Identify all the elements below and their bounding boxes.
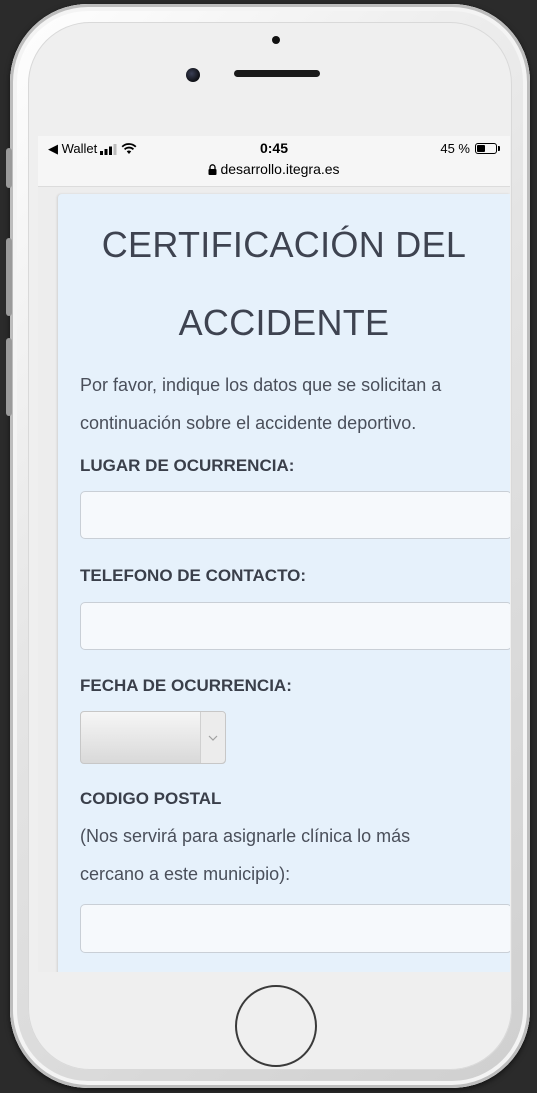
fecha-label: FECHA DE OCURRENCIA:	[80, 676, 292, 695]
front-camera	[186, 68, 200, 82]
screen: ◀ Wallet 0:45 desarrollo.itegra.es 45 %	[38, 136, 510, 972]
lugar-label: LUGAR DE OCURRENCIA:	[80, 456, 295, 475]
telefono-label: TELEFONO DE CONTACTO:	[80, 566, 307, 585]
battery-fill	[477, 145, 485, 152]
intro-text-line1: Por favor, indique los datos que se soli…	[80, 375, 442, 395]
earpiece-speaker	[234, 70, 320, 77]
url-text[interactable]: desarrollo.itegra.es	[220, 161, 339, 177]
fecha-select[interactable]	[80, 711, 226, 764]
battery-percentage: 45 %	[440, 141, 470, 156]
status-bar: ◀ Wallet 0:45 desarrollo.itegra.es 45 %	[38, 136, 510, 187]
form-card: CERTIFICACIÓN DEL ACCIDENTE Por favor, i…	[58, 194, 510, 972]
lock-icon	[208, 164, 217, 175]
lugar-input[interactable]	[80, 491, 510, 539]
battery-status: 45 %	[440, 141, 500, 156]
page-title-line2: ACCIDENTE	[178, 302, 390, 343]
codigo-postal-input[interactable]	[80, 904, 510, 953]
battery-icon	[475, 143, 497, 154]
codigo-postal-hint-line1: (Nos servirá para asignarle clínica lo m…	[80, 826, 411, 846]
chevron-down-icon[interactable]	[200, 712, 225, 763]
volume-up-button	[6, 238, 12, 316]
codigo-postal-hint-line2: cercano a este municipio):	[80, 864, 291, 884]
codigo-postal-label: CODIGO POSTAL	[80, 789, 222, 808]
battery-tip	[498, 146, 500, 151]
volume-down-button	[6, 338, 12, 416]
page-title-line1: CERTIFICACIÓN DEL	[101, 224, 467, 265]
intro-text-line2: continuación sobre el accidente deportiv…	[80, 413, 417, 433]
telefono-input[interactable]	[80, 602, 510, 650]
home-button[interactable]	[235, 985, 317, 1067]
silent-switch	[6, 148, 12, 188]
address-bar[interactable]: desarrollo.itegra.es	[38, 161, 510, 177]
proximity-sensor	[272, 36, 280, 44]
clock: 0:45	[259, 140, 289, 156]
